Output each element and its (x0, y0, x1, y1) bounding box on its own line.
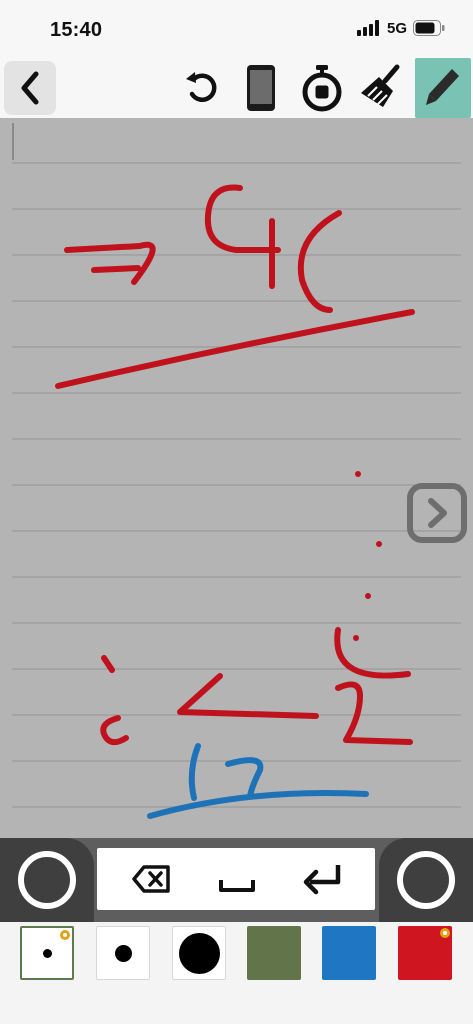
ruled-lines (12, 162, 461, 808)
phone-button[interactable] (238, 60, 284, 116)
next-page-button[interactable] (407, 483, 467, 543)
space-icon (219, 880, 255, 892)
phone-icon (247, 65, 275, 111)
blue-color-swatch[interactable] (322, 926, 376, 980)
small-dot-icon (43, 949, 52, 958)
pen-size-small-swatch[interactable] (20, 926, 74, 980)
pen-size-medium-swatch[interactable] (96, 926, 150, 980)
back-chevron-icon (21, 71, 39, 105)
right-ring-button[interactable] (379, 838, 473, 922)
return-icon (303, 865, 341, 895)
back-button[interactable] (4, 61, 56, 115)
pencil-button[interactable] (415, 58, 471, 118)
writing-canvas[interactable] (0, 118, 473, 838)
backspace-icon (132, 865, 170, 893)
signal-bars-icon (356, 20, 379, 36)
blue-ink-strokes (147, 743, 369, 819)
backspace-button[interactable] (121, 848, 181, 910)
broom-icon (361, 64, 400, 107)
large-dot-icon (179, 933, 220, 974)
handwriting-screen: 15:40 5G (0, 0, 473, 1024)
medium-dot-icon (115, 945, 132, 962)
status-time: 15:40 (50, 19, 103, 41)
selected-badge-icon (440, 928, 450, 938)
space-button[interactable] (207, 848, 267, 910)
network-type: 5G (386, 19, 407, 37)
status-bar: 15:40 5G (0, 0, 473, 58)
ink-layer (12, 123, 461, 819)
status-indicators: 5G (356, 19, 445, 37)
return-button[interactable] (293, 848, 353, 910)
clear-button[interactable] (356, 60, 406, 116)
right-ring-icon (397, 851, 455, 909)
left-ring-button[interactable] (0, 838, 94, 922)
pencil-icon (426, 69, 459, 105)
undo-button[interactable] (178, 62, 224, 114)
red-color-swatch[interactable] (398, 926, 452, 980)
undo-icon (186, 72, 217, 102)
green-color-swatch[interactable] (247, 926, 301, 980)
left-ring-icon (18, 851, 76, 909)
pen-size-large-swatch[interactable] (172, 926, 226, 980)
stopwatch-button[interactable] (297, 60, 347, 116)
key-panel (97, 848, 375, 910)
selected-badge-icon (60, 930, 70, 940)
battery-icon (413, 20, 445, 36)
stopwatch-icon (302, 65, 342, 112)
red-ink-strokes (55, 184, 415, 746)
